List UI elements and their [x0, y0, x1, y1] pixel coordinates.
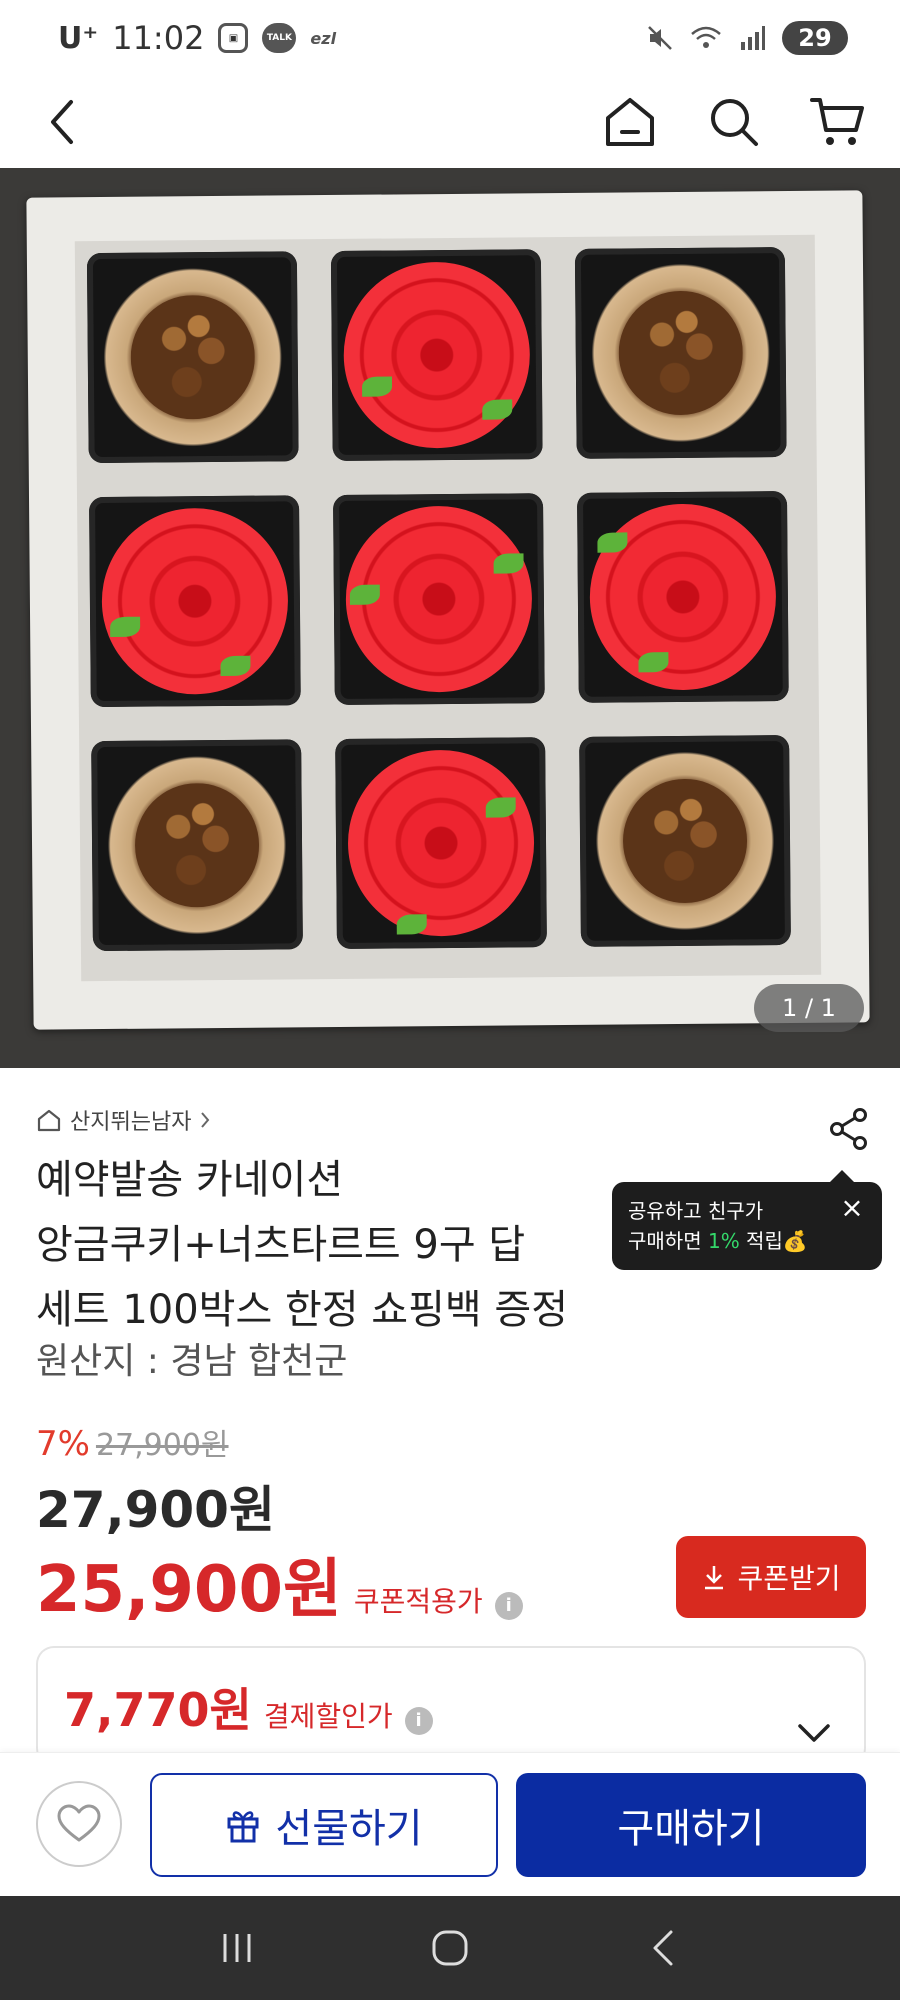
tart-cell — [579, 735, 791, 947]
cart-button[interactable] — [806, 90, 870, 154]
product-info: 산지뛰는남자 — [36, 1100, 866, 1140]
close-icon[interactable]: × — [838, 1194, 866, 1224]
status-time: 11:02 — [112, 19, 205, 57]
recent-apps-button[interactable] — [207, 1918, 267, 1978]
carnation-cookie — [342, 261, 531, 449]
bottom-action-bar: 선물하기 구매하기 — [0, 1752, 900, 1896]
share-tooltip: 공유하고 친구가 구매하면 1% 적립💰 × — [612, 1170, 882, 1270]
gift-box — [26, 190, 870, 1030]
search-icon — [711, 99, 758, 146]
nut-tart — [594, 750, 776, 932]
wifi-icon — [691, 26, 721, 48]
tooltip-line: 공유하고 친구가 — [628, 1199, 764, 1223]
back-button[interactable] — [30, 90, 94, 154]
system-nav-bar — [0, 1896, 900, 2000]
heart-icon — [57, 1804, 101, 1842]
coupon-price: 25,900원 — [36, 1553, 342, 1627]
chevron-down-icon[interactable] — [794, 1718, 834, 1746]
back-nav-icon — [653, 1930, 673, 1966]
payment-discount-card[interactable]: 7,770원 결제할인가 i — [36, 1646, 866, 1766]
get-coupon-label: 쿠폰받기 — [737, 1562, 841, 1595]
home-button[interactable] — [598, 90, 662, 154]
store-link[interactable]: 산지뛰는남자 — [36, 1100, 866, 1140]
product-image[interactable]: 1 / 1 — [0, 168, 900, 1068]
tart-cell — [86, 251, 299, 464]
coupon-price-label: 쿠폰적용가 — [353, 1585, 483, 1618]
leaf — [361, 376, 393, 397]
tart-cell — [574, 247, 787, 459]
chevron-right-icon — [201, 1112, 210, 1128]
payment-discount-row: 7,770원 결제할인가 i — [64, 1674, 433, 1740]
screenshot-icon: ▣ — [218, 23, 249, 53]
recent-apps-icon — [223, 1934, 251, 1962]
money-bag-icon: 💰 — [782, 1229, 808, 1253]
coupon-price-row: 25,900원 쿠폰적용가 i — [36, 1538, 523, 1630]
reward-percent: 1% — [707, 1229, 740, 1253]
gift-label: 선물하기 — [275, 1806, 423, 1852]
flower-cell — [576, 491, 789, 703]
home-nav-button[interactable] — [420, 1918, 480, 1978]
home-icon — [606, 98, 654, 146]
flower-cell — [332, 493, 545, 705]
carnation-cookie — [589, 503, 777, 691]
original-price: 27,900원 — [95, 1428, 229, 1463]
payment-discount-label: 결제할인가 — [263, 1700, 393, 1733]
get-coupon-button[interactable]: 쿠폰받기 — [676, 1536, 866, 1618]
nav-actions — [598, 90, 870, 154]
tooltip-line: 구매하면 1% 적립💰 — [628, 1226, 866, 1256]
battery-indicator: 29 — [782, 21, 848, 55]
cart-icon — [810, 98, 864, 145]
tooltip-text: 구매하면 — [628, 1229, 708, 1253]
origin-label: 원산지 : 경남 합천군 — [36, 1341, 348, 1382]
home-circle-icon — [432, 1930, 468, 1966]
nut-tart — [106, 754, 288, 936]
share-icon — [830, 1108, 867, 1150]
leaf — [482, 399, 513, 420]
nut-tart — [589, 262, 772, 444]
flower-cell — [89, 495, 301, 708]
flower-cell — [335, 737, 547, 949]
buy-label: 구매하기 — [617, 1806, 765, 1852]
payment-discount-price: 7,770원 — [64, 1683, 252, 1737]
store-home-icon — [37, 1109, 61, 1132]
status-bar: U⁺ 11:02 ▣ TALK ezl 29 — [0, 0, 900, 76]
download-icon — [705, 1566, 724, 1590]
back-nav-button[interactable] — [633, 1918, 693, 1978]
gift-button[interactable]: 선물하기 — [150, 1773, 498, 1877]
sale-price: 27,900원 — [36, 1481, 275, 1539]
box-tray — [74, 234, 822, 982]
carrier-label: U⁺ — [58, 20, 99, 56]
status-right: 29 — [646, 21, 848, 55]
talk-icon: TALK — [262, 23, 297, 53]
top-nav — [0, 76, 900, 168]
nut-tart — [102, 266, 284, 448]
chevron-left-icon — [51, 100, 73, 144]
flower-cell — [330, 249, 543, 462]
discount-row: 7% 27,900원 — [36, 1420, 229, 1464]
wishlist-button[interactable] — [36, 1781, 122, 1867]
tart-cell — [91, 739, 303, 952]
info-icon[interactable]: i — [404, 1706, 433, 1735]
status-left: U⁺ 11:02 ▣ TALK ezl — [58, 19, 336, 57]
mute-icon — [648, 26, 672, 50]
ezl-icon: ezl — [310, 28, 337, 48]
carnation-cookie — [347, 749, 535, 937]
discount-percent: 7% — [36, 1424, 90, 1464]
info-icon[interactable]: i — [494, 1591, 523, 1620]
signal-icon — [741, 26, 765, 50]
carnation-cookie — [101, 507, 289, 696]
search-button[interactable] — [702, 90, 766, 154]
image-counter: 1 / 1 — [754, 984, 864, 1032]
tooltip-text: 적립 — [739, 1229, 783, 1253]
buy-button[interactable]: 구매하기 — [516, 1773, 866, 1877]
gift-icon — [227, 1811, 259, 1843]
leaf — [597, 532, 628, 553]
store-name: 산지뛰는남자 — [70, 1110, 192, 1135]
